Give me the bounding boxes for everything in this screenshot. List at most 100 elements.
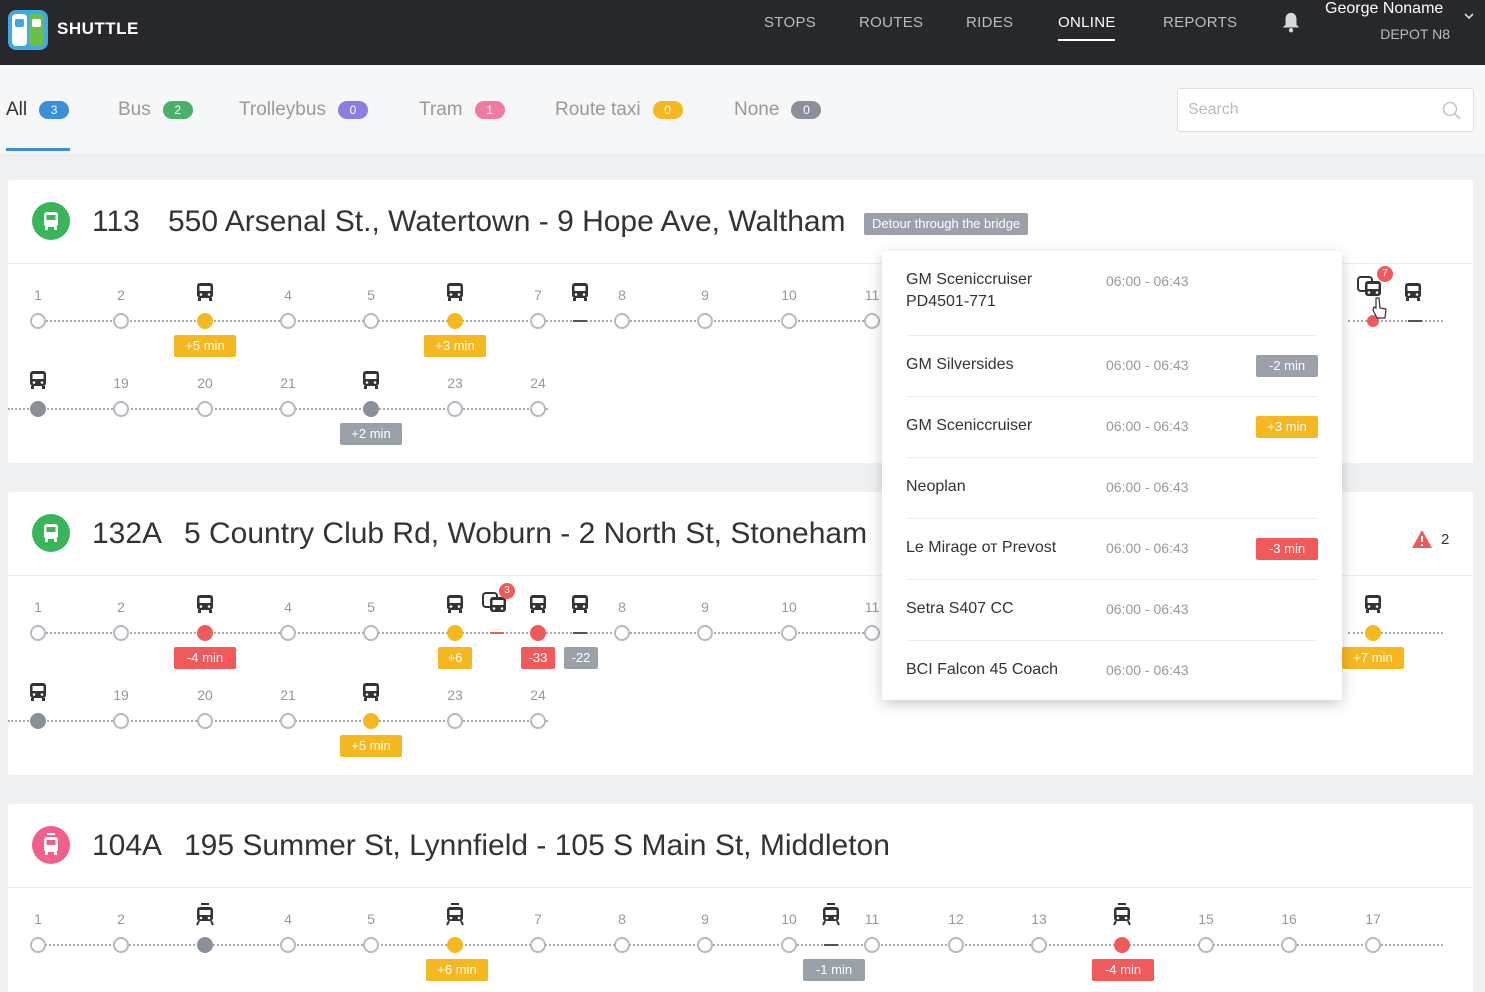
bus-icon[interactable] xyxy=(193,280,217,304)
vehicle-position-marker[interactable] xyxy=(197,313,213,329)
vehicle-position-marker[interactable] xyxy=(447,313,463,329)
stop-marker[interactable] xyxy=(280,625,296,641)
tab-route-taxi[interactable]: Route taxi 0 xyxy=(555,99,683,121)
vehicle-position-marker[interactable] xyxy=(30,713,46,729)
stop-marker[interactable] xyxy=(113,313,129,329)
user-name[interactable]: George Noname xyxy=(1325,0,1443,18)
tab-all[interactable]: All 3 xyxy=(6,99,70,121)
stop-marker[interactable] xyxy=(864,937,880,953)
stop-marker[interactable] xyxy=(113,937,129,953)
vehicle-position-marker[interactable] xyxy=(530,625,546,641)
vehicle-row[interactable]: Setra S407 CC 06:00 - 06:43 xyxy=(906,580,1318,641)
stop-marker[interactable] xyxy=(864,313,880,329)
tram-icon[interactable] xyxy=(819,902,843,926)
stop-marker[interactable] xyxy=(697,313,713,329)
vehicle-row[interactable]: BCI Falcon 45 Coach 06:00 - 06:43 xyxy=(906,641,1318,700)
stop-marker[interactable] xyxy=(1198,937,1214,953)
stop-marker[interactable] xyxy=(280,401,296,417)
tram-icon[interactable] xyxy=(193,902,217,926)
stop-marker[interactable] xyxy=(113,625,129,641)
stop-marker[interactable] xyxy=(697,625,713,641)
bell-icon[interactable] xyxy=(1280,10,1302,34)
stop-marker[interactable] xyxy=(697,937,713,953)
shuttle-logo-icon[interactable] xyxy=(8,10,48,50)
nav-reports[interactable]: REPORTS xyxy=(1163,14,1237,31)
stop-marker[interactable] xyxy=(447,713,463,729)
stop-marker[interactable] xyxy=(280,713,296,729)
vehicle-row[interactable]: GM Silversides 06:00 - 06:43 -2 min xyxy=(906,336,1318,397)
vehicle-position-marker[interactable] xyxy=(1365,625,1381,641)
stop-marker[interactable] xyxy=(363,937,379,953)
chevron-down-icon[interactable] xyxy=(1463,10,1475,22)
stop-marker[interactable] xyxy=(363,313,379,329)
stop-marker[interactable] xyxy=(1031,937,1047,953)
stop-marker[interactable] xyxy=(447,401,463,417)
stop-marker[interactable] xyxy=(530,401,546,417)
bus-icon[interactable] xyxy=(26,368,50,392)
vehicle-position-marker[interactable] xyxy=(363,401,379,417)
stop-marker[interactable] xyxy=(113,713,129,729)
vehicle-position-marker[interactable] xyxy=(1114,937,1130,953)
bus-icon[interactable] xyxy=(1401,280,1425,304)
bus-icon[interactable] xyxy=(359,680,383,704)
nav-stops[interactable]: STOPS xyxy=(764,14,816,31)
stop-marker[interactable] xyxy=(363,625,379,641)
search-input[interactable] xyxy=(1188,99,1428,121)
brand-name[interactable]: SHUTTLE xyxy=(57,19,139,39)
stop-marker[interactable] xyxy=(530,313,546,329)
stop-marker[interactable] xyxy=(614,625,630,641)
tram-icon[interactable] xyxy=(1110,902,1134,926)
vehicle-name: BCI Falcon 45 Coach xyxy=(906,661,1059,678)
route-line xyxy=(1348,320,1443,322)
stop-marker[interactable] xyxy=(614,937,630,953)
stop-marker[interactable] xyxy=(30,625,46,641)
vehicle-row[interactable]: GM Sceniccruiser 06:00 - 06:43 +3 min xyxy=(906,397,1318,458)
stop-marker[interactable] xyxy=(197,713,213,729)
bus-icon[interactable] xyxy=(526,592,550,616)
vehicle-position-marker[interactable] xyxy=(447,937,463,953)
nav-routes[interactable]: ROUTES xyxy=(859,14,923,31)
nav-online[interactable]: ONLINE xyxy=(1058,14,1116,31)
tram-icon[interactable] xyxy=(443,902,467,926)
bus-icon[interactable] xyxy=(359,368,383,392)
vehicle-position-marker[interactable] xyxy=(447,625,463,641)
stop-marker[interactable] xyxy=(614,313,630,329)
route-warning[interactable]: 2 xyxy=(1411,529,1449,549)
bus-icon[interactable] xyxy=(443,592,467,616)
stop-marker[interactable] xyxy=(781,625,797,641)
tab-none[interactable]: None 0 xyxy=(734,99,822,121)
stop-marker[interactable] xyxy=(30,937,46,953)
stop-marker[interactable] xyxy=(948,937,964,953)
vehicle-row[interactable]: GM Sceniccruiser PD4501-771 06:00 - 06:4… xyxy=(906,251,1318,336)
stop-marker[interactable] xyxy=(280,937,296,953)
nav-rides[interactable]: RIDES xyxy=(966,14,1013,31)
tab-bus[interactable]: Bus 2 xyxy=(118,99,193,121)
stop-marker[interactable] xyxy=(781,313,797,329)
stop-marker[interactable] xyxy=(113,401,129,417)
search-icon[interactable] xyxy=(1441,100,1463,122)
vehicle-row[interactable]: Neoplan 06:00 - 06:43 xyxy=(906,458,1318,519)
vehicle-position-marker[interactable] xyxy=(363,713,379,729)
stop-marker[interactable] xyxy=(530,713,546,729)
tab-trolleybus[interactable]: Trolleybus 0 xyxy=(239,99,368,121)
stop-marker[interactable] xyxy=(30,313,46,329)
vehicle-row[interactable]: Le Mirage от Prevost 06:00 - 06:43 -3 mi… xyxy=(906,519,1318,580)
bus-icon[interactable] xyxy=(568,280,592,304)
vehicle-position-marker[interactable] xyxy=(197,625,213,641)
stop-marker[interactable] xyxy=(1281,937,1297,953)
vehicle-position-marker[interactable] xyxy=(30,401,46,417)
stop-marker[interactable] xyxy=(197,401,213,417)
stop-marker[interactable] xyxy=(1365,937,1381,953)
bus-icon[interactable] xyxy=(193,592,217,616)
bus-icon[interactable] xyxy=(1361,592,1385,616)
stop-marker[interactable] xyxy=(781,937,797,953)
stop-marker[interactable] xyxy=(280,313,296,329)
bus-icon[interactable] xyxy=(568,592,592,616)
vehicle-position-marker[interactable] xyxy=(197,937,213,953)
stop-marker[interactable] xyxy=(530,937,546,953)
stop-marker[interactable] xyxy=(864,625,880,641)
tab-tram[interactable]: Tram 1 xyxy=(419,99,505,121)
bus-icon[interactable] xyxy=(26,680,50,704)
bus-icon[interactable] xyxy=(443,280,467,304)
route-header[interactable]: 104A 195 Summer St, Lynnfield - 105 S Ma… xyxy=(8,804,1473,888)
